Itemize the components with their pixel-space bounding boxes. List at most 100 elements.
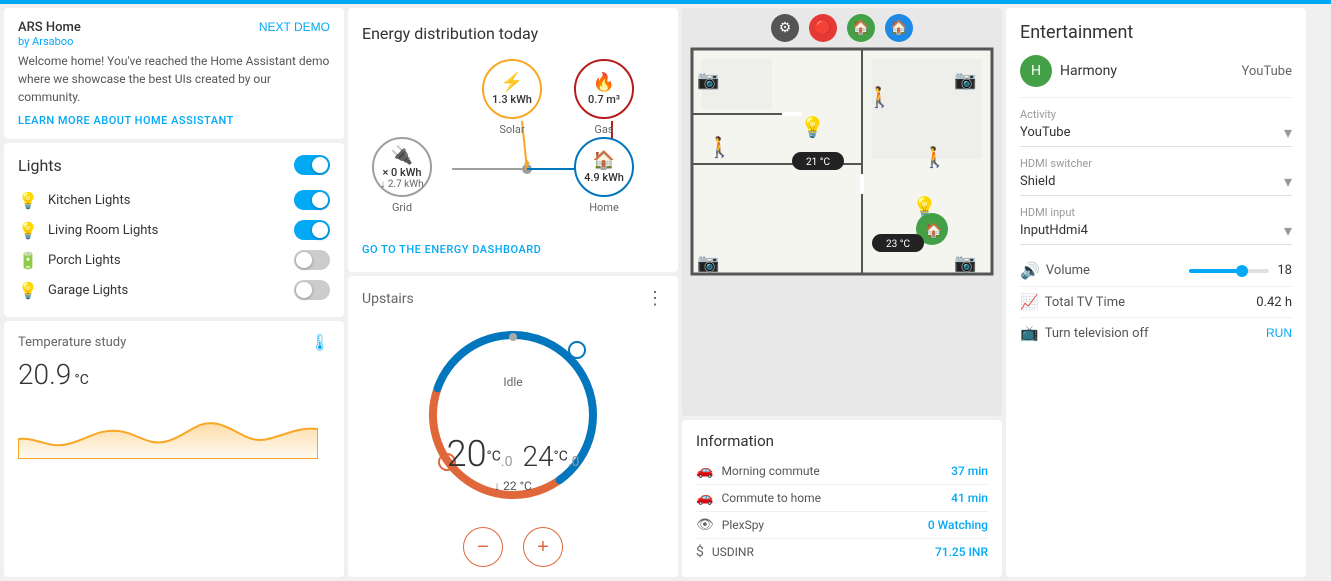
dollar-icon: $	[696, 544, 704, 560]
gas-value: 0.7 m³	[588, 93, 620, 106]
porch-lights-toggle[interactable]	[294, 250, 330, 270]
grid-value1: × 0 kWh	[382, 166, 421, 179]
chart-icon: 📈	[1020, 293, 1039, 311]
info-usd-value: 71.25 INR	[935, 545, 988, 559]
lights-list: 💡 Kitchen Lights 💡 Living Room Lights 🔋 …	[18, 185, 330, 305]
activity-chevron-down-icon[interactable]: ▾	[1284, 123, 1292, 142]
tv-time-label-text: Total TV Time	[1045, 295, 1125, 310]
person-icon-1: 🚶	[707, 135, 732, 159]
harmony-left: H Harmony	[1020, 55, 1117, 87]
light-name: Porch Lights	[48, 253, 284, 268]
temp-badge-1: 21 °C	[806, 157, 830, 168]
floorplan-svg: 📷 📷 📷 📷 🚶 🚶 🚶 💡 💡 🏠 21 °C	[682, 44, 1002, 279]
list-item: 👁 PlexSpy 0 Watching	[696, 512, 988, 539]
solar-value: 1.3 kWh	[492, 93, 532, 106]
info-commute-label: Commute to home	[721, 491, 821, 505]
thermostat-plus-button[interactable]: +	[523, 527, 563, 567]
hdmi-switcher-value: Shield	[1020, 174, 1055, 189]
volume-thumb	[1236, 265, 1248, 277]
harmony-name: Harmony	[1060, 63, 1117, 79]
hdmi-input-label: HDMI input	[1020, 206, 1292, 219]
learn-more-link[interactable]: LEARN MORE ABOUT HOME ASSISTANT	[18, 114, 330, 127]
hdmi-switcher-row: Shield ▾	[1020, 172, 1292, 196]
lights-card: Lights 💡 Kitchen Lights 💡 Living Room Li…	[4, 143, 344, 317]
info-plex-value: 0 Watching	[928, 518, 988, 532]
activity-field: Activity YouTube ▾	[1020, 108, 1292, 147]
solar-node: ⚡ 1.3 kWh Solar	[482, 59, 542, 136]
hdmi-input-chevron-down-icon[interactable]: ▾	[1284, 221, 1292, 240]
grid-circle: 🔌 × 0 kWh ↓ 2.7 kWh	[372, 137, 432, 197]
current-temp-sub: .0	[501, 454, 513, 470]
kitchen-lights-toggle[interactable]	[294, 190, 330, 210]
energy-diagram: ⚡ 1.3 kWh Solar 🔥 0.7 m³ Gas 🔌	[362, 59, 664, 239]
camera-icon-br: 📷	[954, 253, 976, 274]
temp-header: Temperature study 🌡	[18, 333, 330, 352]
solar-icon: ⚡	[501, 72, 523, 93]
eye-icon: 👁	[696, 517, 714, 533]
welcome-card: ARS Home by Arsaboo NEXT DEMO Welcome ho…	[4, 8, 344, 139]
volume-slider[interactable]	[1189, 269, 1269, 273]
lights-main-toggle[interactable]	[294, 155, 330, 175]
left-panel: ARS Home by Arsaboo NEXT DEMO Welcome ho…	[4, 8, 344, 577]
list-item: 💡 Kitchen Lights	[18, 185, 330, 215]
energy-card: Energy distribution today	[348, 8, 678, 272]
thermostat-menu-icon[interactable]: ⋮	[646, 288, 664, 309]
list-item: 🚗 Commute to home 41 min	[696, 485, 988, 512]
info-morning-value: 37 min	[951, 464, 988, 478]
tv-time-label-left: 📈 Total TV Time	[1020, 293, 1125, 311]
energy-title: Energy distribution today	[362, 24, 664, 43]
home-icon[interactable]: 🏠	[847, 14, 875, 42]
grid-icon: 🔌	[391, 145, 413, 166]
run-button[interactable]: RUN	[1266, 326, 1292, 340]
info-morning-label: Morning commute	[721, 464, 819, 478]
temp-label: Temperature study	[18, 335, 126, 350]
light-name: Kitchen Lights	[48, 193, 284, 208]
hdmi-switcher-chevron-down-icon[interactable]: ▾	[1284, 172, 1292, 191]
light-bulb-on: 💡	[800, 115, 825, 139]
home-value: 4.9 kWh	[584, 171, 624, 184]
entertainment-title: Entertainment	[1020, 22, 1292, 43]
battery-icon: 🔋	[18, 251, 38, 270]
camera-icon-tl: 📷	[697, 70, 719, 91]
home-node: 🏠 4.9 kWh Home	[574, 137, 634, 214]
gas-circle: 🔥 0.7 m³	[574, 59, 634, 119]
list-item: 🔋 Porch Lights	[18, 245, 330, 275]
harmony-status: YouTube	[1242, 64, 1293, 79]
location-icon[interactable]: 🏠	[885, 14, 913, 42]
by-arsaboo-link[interactable]: by Arsaboo	[18, 35, 81, 48]
car-icon: 🚗	[696, 490, 713, 506]
temp-badge-2: 23 °C	[886, 239, 910, 250]
thermostat-dial: Idle 20°C.0 24°C.0 ↓ 22 °C	[413, 315, 613, 515]
thermostat-title: Upstairs	[362, 291, 414, 307]
tv-icon: 📺	[1020, 324, 1039, 342]
bulb-icon: 💡	[18, 281, 38, 300]
main-layout: ARS Home by Arsaboo NEXT DEMO Welcome ho…	[0, 4, 1331, 581]
dial-current-temp: 20°C.0	[447, 433, 513, 475]
lights-title: Lights	[18, 156, 62, 175]
middle-panel: Energy distribution today	[348, 8, 678, 577]
settings-icon[interactable]: ⚙	[771, 14, 799, 42]
next-demo-button[interactable]: NEXT DEMO	[259, 20, 330, 34]
current-temp-value: 20	[447, 433, 487, 475]
temp-value: 20.9	[18, 358, 71, 391]
garage-lights-toggle[interactable]	[294, 280, 330, 300]
living-room-lights-toggle[interactable]	[294, 220, 330, 240]
camera-icon-bl: 📷	[697, 253, 719, 274]
temp-value-block: 20.9 °C	[18, 358, 330, 391]
hdmi-switcher-label: HDMI switcher	[1020, 157, 1292, 170]
dial-set-temp: 24°C.0	[522, 440, 579, 473]
thermostat-controls: − +	[463, 527, 563, 567]
grid-node: 🔌 × 0 kWh ↓ 2.7 kWh Grid	[372, 137, 432, 214]
alert-icon[interactable]: 🔴	[809, 14, 837, 42]
info-usd-label: USDINR	[712, 545, 754, 559]
hdmi-input-row: InputHdmi4 ▾	[1020, 221, 1292, 245]
volume-fill	[1189, 269, 1237, 273]
energy-dashboard-link[interactable]: GO TO THE ENERGY DASHBOARD	[362, 243, 664, 256]
thermostat-minus-button[interactable]: −	[463, 527, 503, 567]
volume-label-left: 🔊 Volume	[1020, 261, 1090, 280]
grid-value2: ↓ 2.7 kWh	[380, 179, 423, 190]
set-temp-unit: °C	[554, 449, 568, 465]
car-icon: 🚗	[696, 463, 713, 479]
bulb-icon: 💡	[18, 191, 38, 210]
activity-label: Activity	[1020, 108, 1292, 121]
